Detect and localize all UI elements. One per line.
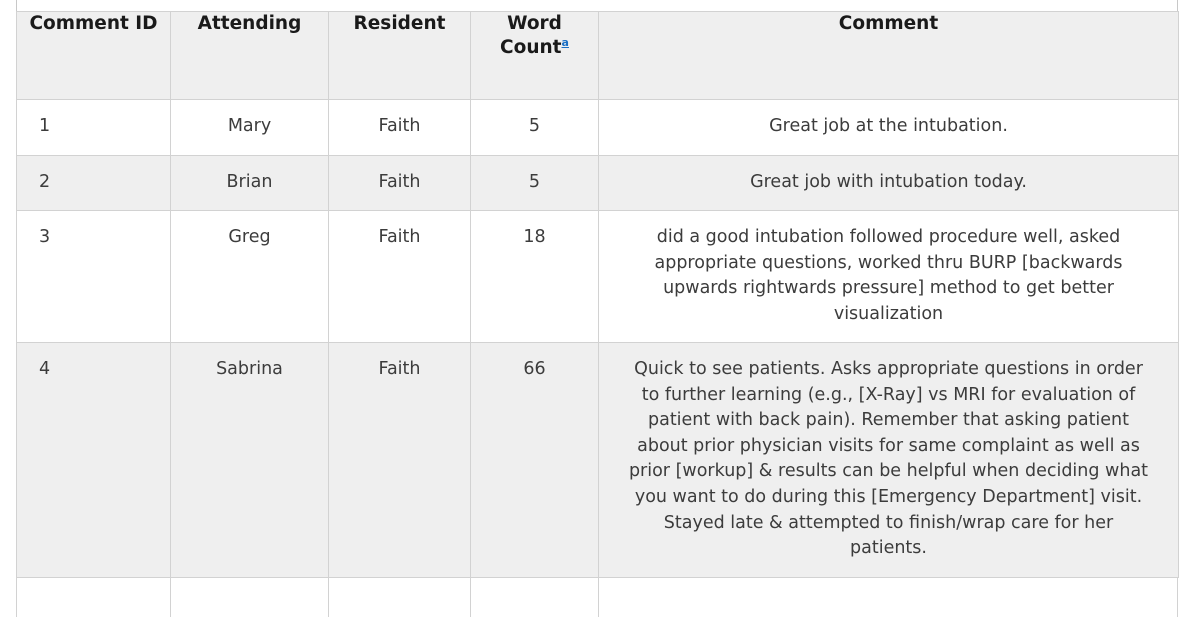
cell-word-count: 5 [470,155,599,212]
cell-resident: Faith [328,155,471,212]
column-divider [170,578,171,617]
table-header: Comment ID Attending Resident Word Count… [16,11,1179,100]
table-header-row: Comment ID Attending Resident Word Count… [16,11,1179,100]
cell-comment-id: 2 [16,155,171,212]
column-header-comment-label: Comment [838,13,939,34]
column-header-word-count: Word Counta [470,11,599,100]
cell-attending: Greg [170,210,329,344]
table-page: Comment ID Attending Resident Word Count… [0,0,1200,617]
cell-word-count: 5 [470,99,599,156]
clipped-row-top [16,0,1178,11]
cell-comment: Great job with intubation today. [598,155,1179,212]
cell-word-count: 18 [470,210,599,344]
table-row: 2 Brian Faith 5 Great job with intubatio… [16,155,1179,212]
column-divider [328,578,329,617]
table-row: 3 Greg Faith 18 did a good intubation fo… [16,210,1179,344]
cell-comment-id: 4 [16,342,171,578]
column-header-comment: Comment [598,11,1179,100]
cell-resident: Faith [328,99,471,156]
column-header-word-count-label: Word Count [500,13,562,59]
cell-resident: Faith [328,210,471,344]
column-header-resident: Resident [328,11,471,100]
comments-table: Comment ID Attending Resident Word Count… [16,11,1179,578]
column-header-resident-label: Resident [353,13,446,34]
footnote-link-a[interactable]: a [562,36,569,49]
clipped-row-bottom [16,578,1178,617]
cell-resident: Faith [328,342,471,578]
cell-comment: Quick to see patients. Asks appropriate … [598,342,1179,578]
column-header-attending: Attending [170,11,329,100]
column-divider [598,578,599,617]
cell-attending: Mary [170,99,329,156]
column-divider [470,578,471,617]
column-header-attending-label: Attending [197,13,302,34]
table-row: 1 Mary Faith 5 Great job at the intubati… [16,99,1179,156]
table-row: 4 Sabrina Faith 66 Quick to see patients… [16,342,1179,578]
cell-comment: Great job at the intubation. [598,99,1179,156]
cell-attending: Sabrina [170,342,329,578]
cell-word-count: 66 [470,342,599,578]
table-container: Comment ID Attending Resident Word Count… [16,11,1179,578]
table-body: 1 Mary Faith 5 Great job at the intubati… [16,99,1179,578]
cell-comment-id: 1 [16,99,171,156]
cell-comment: did a good intubation followed procedure… [598,210,1179,344]
column-header-comment-id-label: Comment ID [29,13,158,34]
cell-attending: Brian [170,155,329,212]
cell-comment-id: 3 [16,210,171,344]
column-header-comment-id: Comment ID [16,11,171,100]
